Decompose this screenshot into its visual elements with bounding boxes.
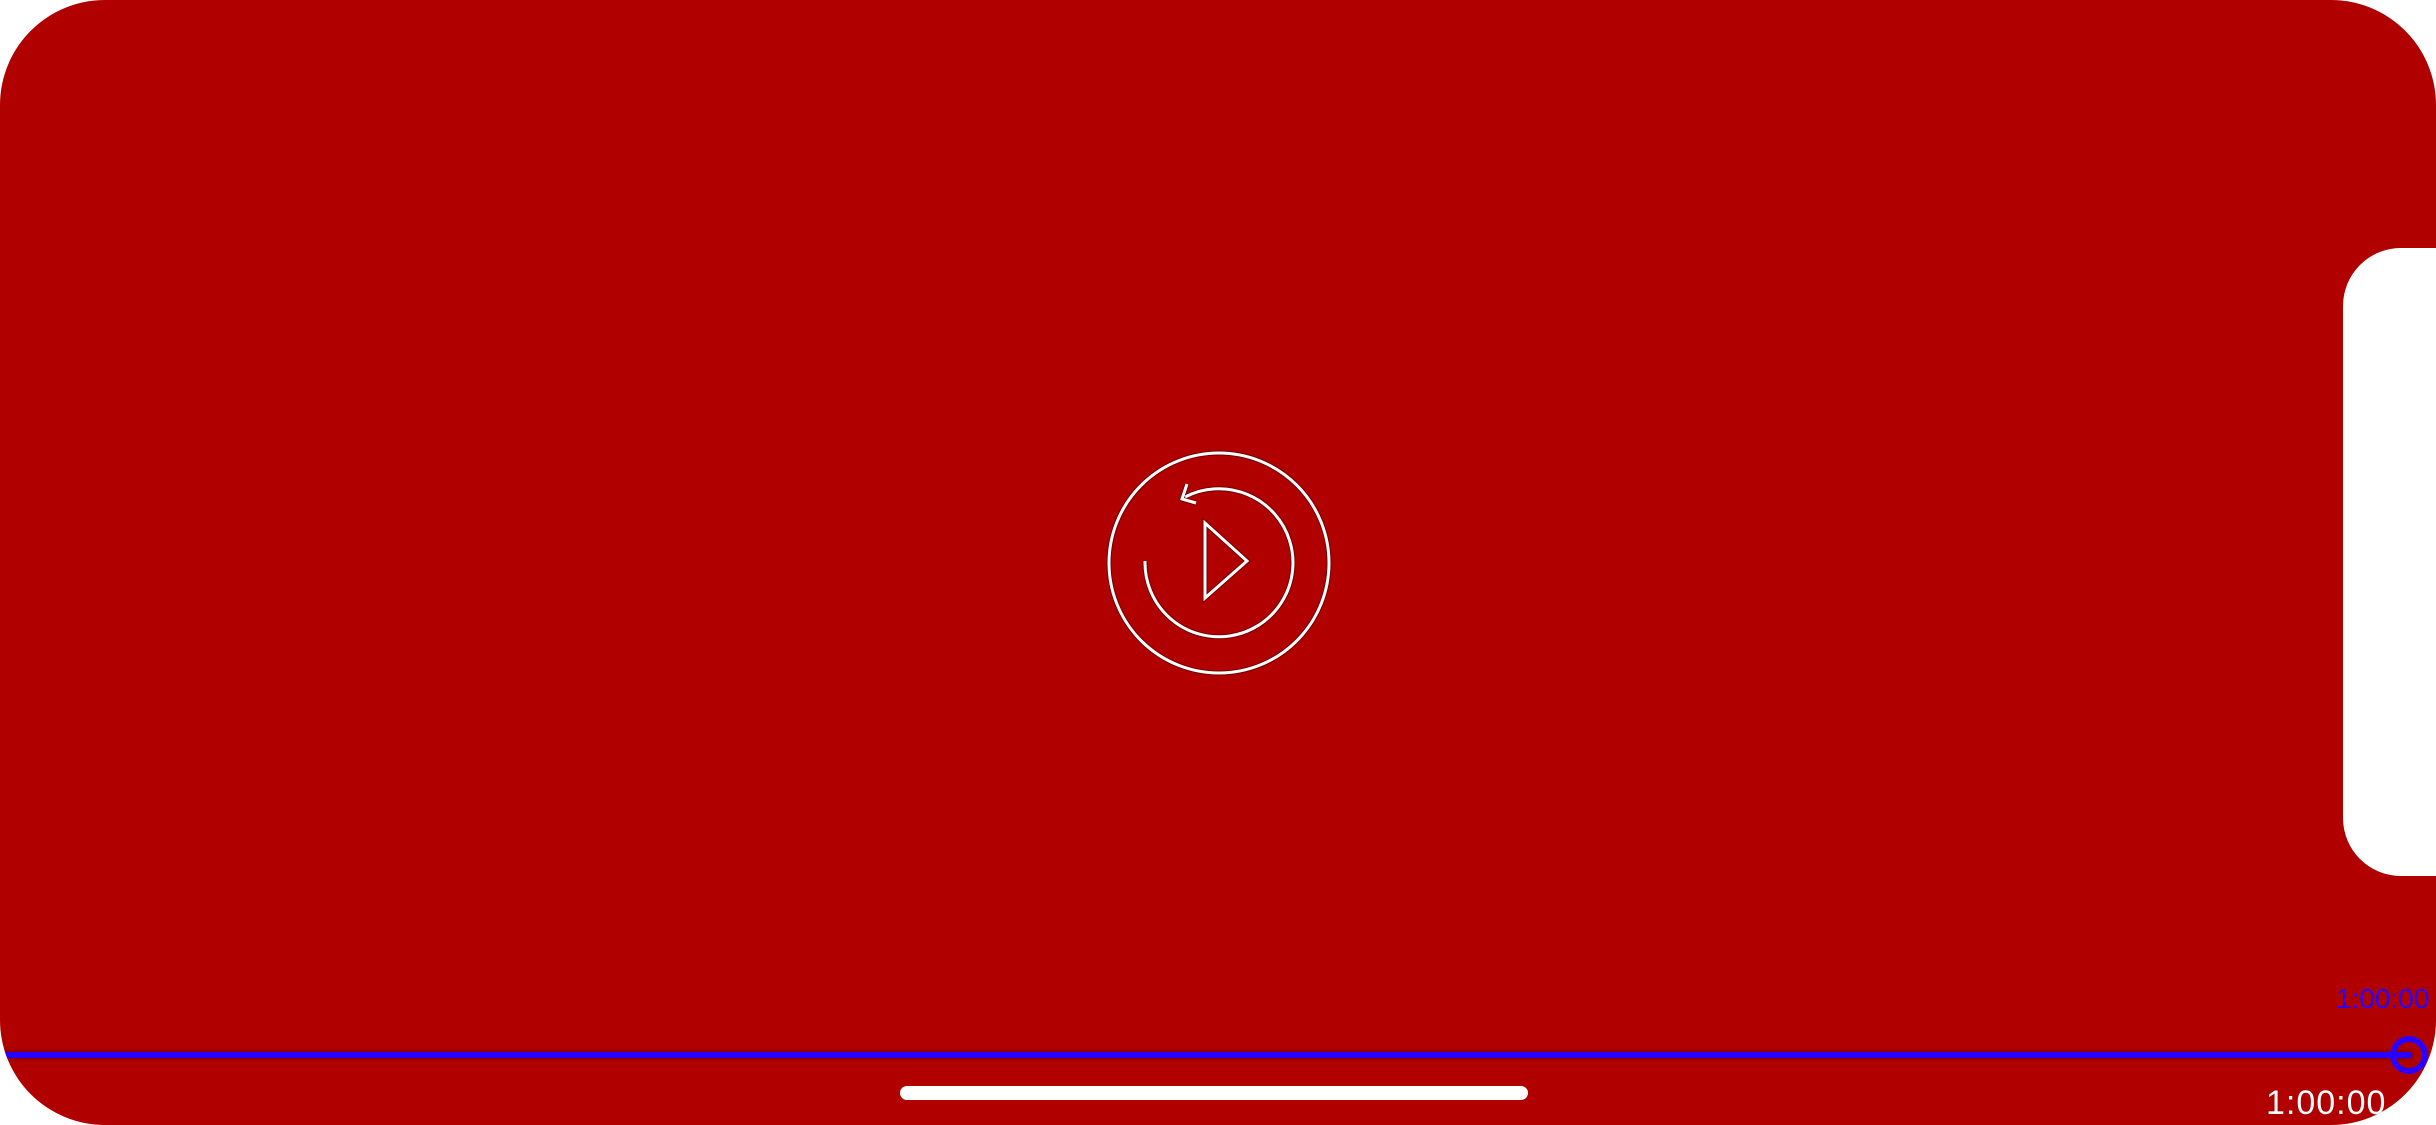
home-indicator[interactable] <box>900 1086 1528 1100</box>
scrubber-track[interactable] <box>0 1052 2412 1058</box>
remaining-time: 1:00:00 <box>2266 1084 2387 1122</box>
device-notch <box>2343 248 2436 876</box>
video-player-screen: 1:00:00 1:00:00 <box>0 0 2436 1125</box>
scrubber-time-label: 1:00:00 <box>2336 983 2430 1014</box>
progress-scrubber[interactable] <box>0 1036 2436 1074</box>
replay-button[interactable] <box>1105 449 1333 677</box>
replay-play-icon <box>1106 450 1332 676</box>
scrubber-thumb[interactable] <box>2390 1036 2428 1074</box>
